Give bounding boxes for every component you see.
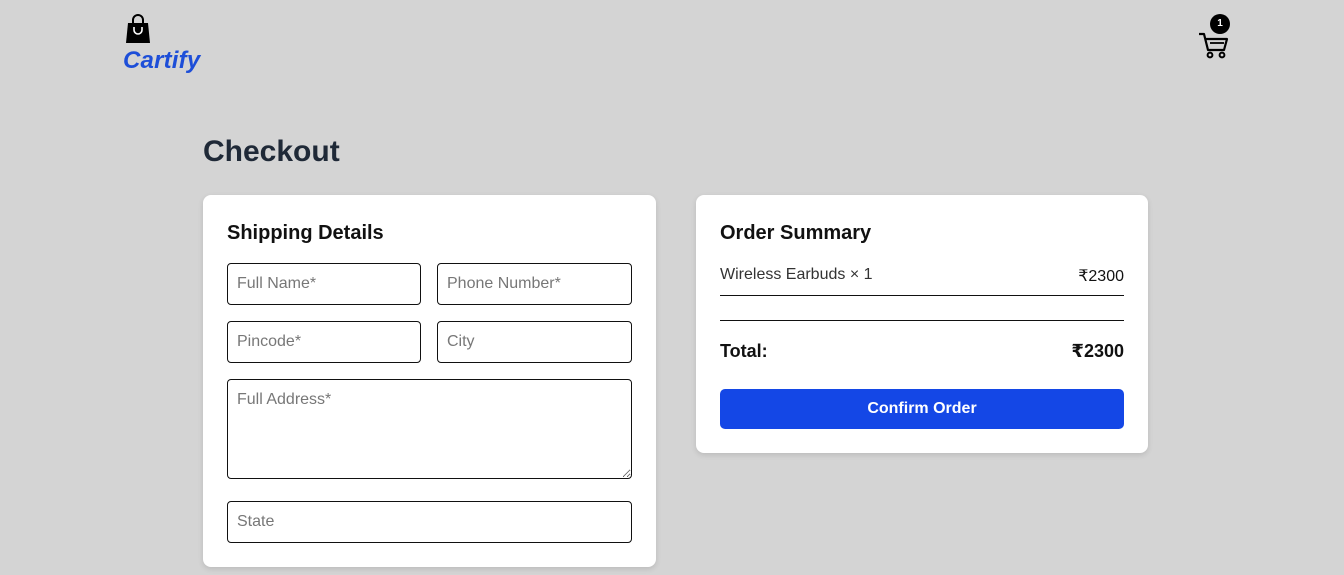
page-title: Checkout [203, 135, 340, 168]
shipping-details-card: Shipping Details [203, 195, 656, 567]
order-item-name: Wireless Earbuds × 1 [720, 266, 873, 283]
state-input[interactable] [227, 501, 632, 543]
order-summary-card: Order Summary Wireless Earbuds × 1 ₹2300… [696, 195, 1148, 453]
total-label: Total: [720, 341, 768, 361]
order-summary-title: Order Summary [720, 222, 872, 244]
full-name-input[interactable] [227, 263, 421, 305]
phone-number-input[interactable] [437, 263, 632, 305]
brand-name: Cartify [123, 47, 201, 74]
order-item-price: ₹2300 [1078, 268, 1124, 285]
total-value: ₹2300 [1071, 341, 1124, 361]
pincode-input[interactable] [227, 321, 421, 363]
city-input[interactable] [437, 321, 632, 363]
shopping-cart-icon [1199, 32, 1229, 59]
shopping-bag-icon [126, 14, 150, 43]
confirm-order-button[interactable]: Confirm Order [720, 389, 1124, 429]
shipping-details-title: Shipping Details [227, 222, 384, 244]
cart-button[interactable]: 1 [1198, 14, 1232, 60]
cart-count-badge: 1 [1210, 14, 1230, 34]
order-item-row: Wireless Earbuds × 1 ₹2300 [720, 256, 1124, 296]
summary-divider [720, 320, 1124, 321]
full-address-textarea[interactable] [227, 379, 632, 479]
